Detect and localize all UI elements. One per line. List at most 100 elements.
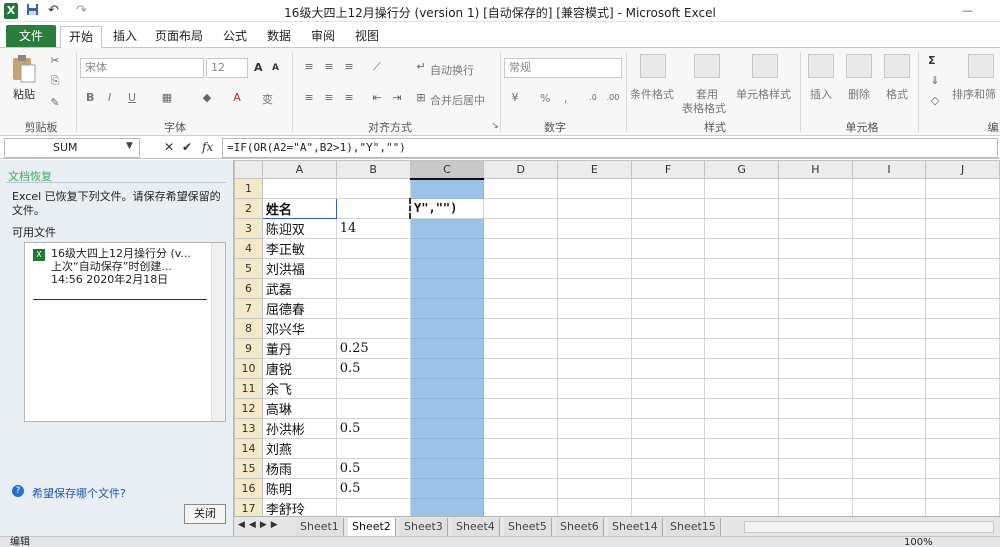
minimize-icon[interactable]: — (962, 3, 976, 19)
sort-filter-icon[interactable] (968, 54, 994, 78)
row-header[interactable]: 15 (234, 457, 263, 479)
row-header[interactable]: 2 (234, 197, 263, 219)
cell[interactable] (851, 497, 927, 516)
cell[interactable] (851, 477, 927, 499)
cell[interactable] (630, 377, 706, 399)
cell[interactable]: 0.25 (335, 337, 411, 359)
column-header[interactable]: E (557, 160, 632, 179)
cell[interactable]: 刘燕 (261, 437, 337, 459)
cell[interactable] (483, 477, 559, 499)
cell[interactable] (925, 277, 1000, 299)
cell[interactable] (630, 317, 706, 339)
autosum-button[interactable]: Σ (928, 54, 936, 67)
cell[interactable] (409, 497, 485, 516)
cell[interactable] (778, 178, 853, 199)
copy-icon[interactable]: ⎘ (48, 74, 62, 88)
cell[interactable]: 唐锐 (261, 357, 337, 379)
cell[interactable] (409, 317, 485, 339)
cell[interactable] (778, 377, 853, 399)
font-name-select[interactable]: 宋体 (80, 58, 204, 78)
cell[interactable] (925, 197, 1000, 219)
merge-icon[interactable]: ⊞ (414, 91, 428, 105)
cell[interactable] (851, 257, 927, 279)
sort-filter-button[interactable]: 排序和筛 (952, 86, 996, 102)
column-header[interactable]: H (778, 160, 853, 179)
cell[interactable] (778, 217, 853, 239)
row-header[interactable]: 11 (234, 377, 263, 399)
cell[interactable] (335, 397, 411, 419)
cell[interactable] (630, 337, 706, 359)
recovered-file-item[interactable]: 16级大四上12月操行分 (v... 上次“自动保存”时创建... 14:56 … (51, 247, 211, 286)
cell[interactable] (851, 277, 927, 299)
cell[interactable] (557, 297, 632, 319)
cell[interactable] (483, 257, 559, 279)
cell[interactable] (851, 237, 927, 259)
cell[interactable] (630, 397, 706, 419)
delete-cells-button[interactable]: 删除 (848, 86, 870, 102)
cell[interactable] (483, 417, 559, 439)
cell[interactable] (557, 397, 632, 419)
row-header[interactable]: 10 (234, 357, 263, 379)
cell[interactable] (630, 437, 706, 459)
cell[interactable] (557, 178, 632, 199)
wrap-text-button[interactable]: 自动换行 (430, 62, 474, 78)
row-header[interactable]: 8 (234, 317, 263, 339)
cell[interactable] (335, 377, 411, 399)
cell[interactable]: 杨雨 (261, 457, 337, 479)
cell[interactable] (261, 178, 337, 199)
cell[interactable] (704, 477, 779, 499)
phonetic-button[interactable]: 变 (262, 91, 273, 107)
cell[interactable] (630, 277, 706, 299)
row-header[interactable]: 9 (234, 337, 263, 359)
cell[interactable] (335, 178, 411, 199)
cell[interactable] (483, 337, 559, 359)
cell[interactable] (704, 337, 779, 359)
insert-function-icon[interactable]: fx (202, 140, 213, 154)
insert-cells-icon[interactable] (808, 54, 834, 78)
increase-decimal-icon[interactable]: .0 (586, 91, 600, 105)
bold-button[interactable]: B (86, 91, 94, 104)
cell-styles-icon[interactable] (752, 54, 778, 78)
row-header[interactable]: 3 (234, 217, 263, 239)
shrink-font-button[interactable]: A (272, 63, 279, 73)
cell[interactable]: 0.5 (335, 457, 411, 479)
align-right-icon[interactable]: ≡ (342, 91, 356, 105)
align-middle-icon[interactable]: ≡ (322, 60, 336, 74)
cell[interactable] (778, 497, 853, 516)
tab-data[interactable]: 数据 (262, 26, 296, 48)
sheet-tab[interactable]: Sheet1 (296, 518, 344, 536)
cell[interactable] (704, 357, 779, 379)
cell[interactable] (335, 437, 411, 459)
cell[interactable]: 屈德春 (261, 297, 337, 319)
cancel-icon[interactable]: ✕ (164, 140, 174, 154)
cell[interactable] (925, 377, 1000, 399)
cell[interactable] (778, 417, 853, 439)
cell[interactable] (557, 337, 632, 359)
cell[interactable]: 姓名 (261, 197, 337, 219)
cell[interactable] (483, 197, 559, 219)
italic-button[interactable]: I (108, 91, 111, 104)
cell[interactable] (409, 177, 485, 199)
cell[interactable]: 邓兴华 (261, 317, 337, 339)
cell[interactable]: 李正敏 (261, 237, 337, 259)
delete-cells-icon[interactable] (846, 54, 872, 78)
border-icon[interactable]: ▦ (160, 91, 174, 105)
cell[interactable] (704, 257, 779, 279)
align-left-icon[interactable]: ≡ (302, 91, 316, 105)
cell[interactable] (778, 237, 853, 259)
cell[interactable] (483, 178, 559, 199)
cell[interactable] (851, 457, 927, 479)
cell[interactable]: 14 (335, 217, 411, 239)
paste-button[interactable]: 粘贴 (13, 86, 35, 102)
format-cells-icon[interactable] (884, 54, 910, 78)
tab-view[interactable]: 视图 (350, 26, 384, 48)
cell[interactable] (557, 417, 632, 439)
cell[interactable] (335, 277, 411, 299)
cell[interactable] (483, 397, 559, 419)
tab-page-layout[interactable]: 页面布局 (150, 26, 208, 48)
number-format-select[interactable]: 常规 (504, 58, 622, 78)
cell[interactable] (778, 317, 853, 339)
cell-styles-button[interactable]: 单元格样式 (736, 86, 791, 102)
cell[interactable] (851, 197, 927, 219)
cell[interactable] (704, 178, 779, 199)
